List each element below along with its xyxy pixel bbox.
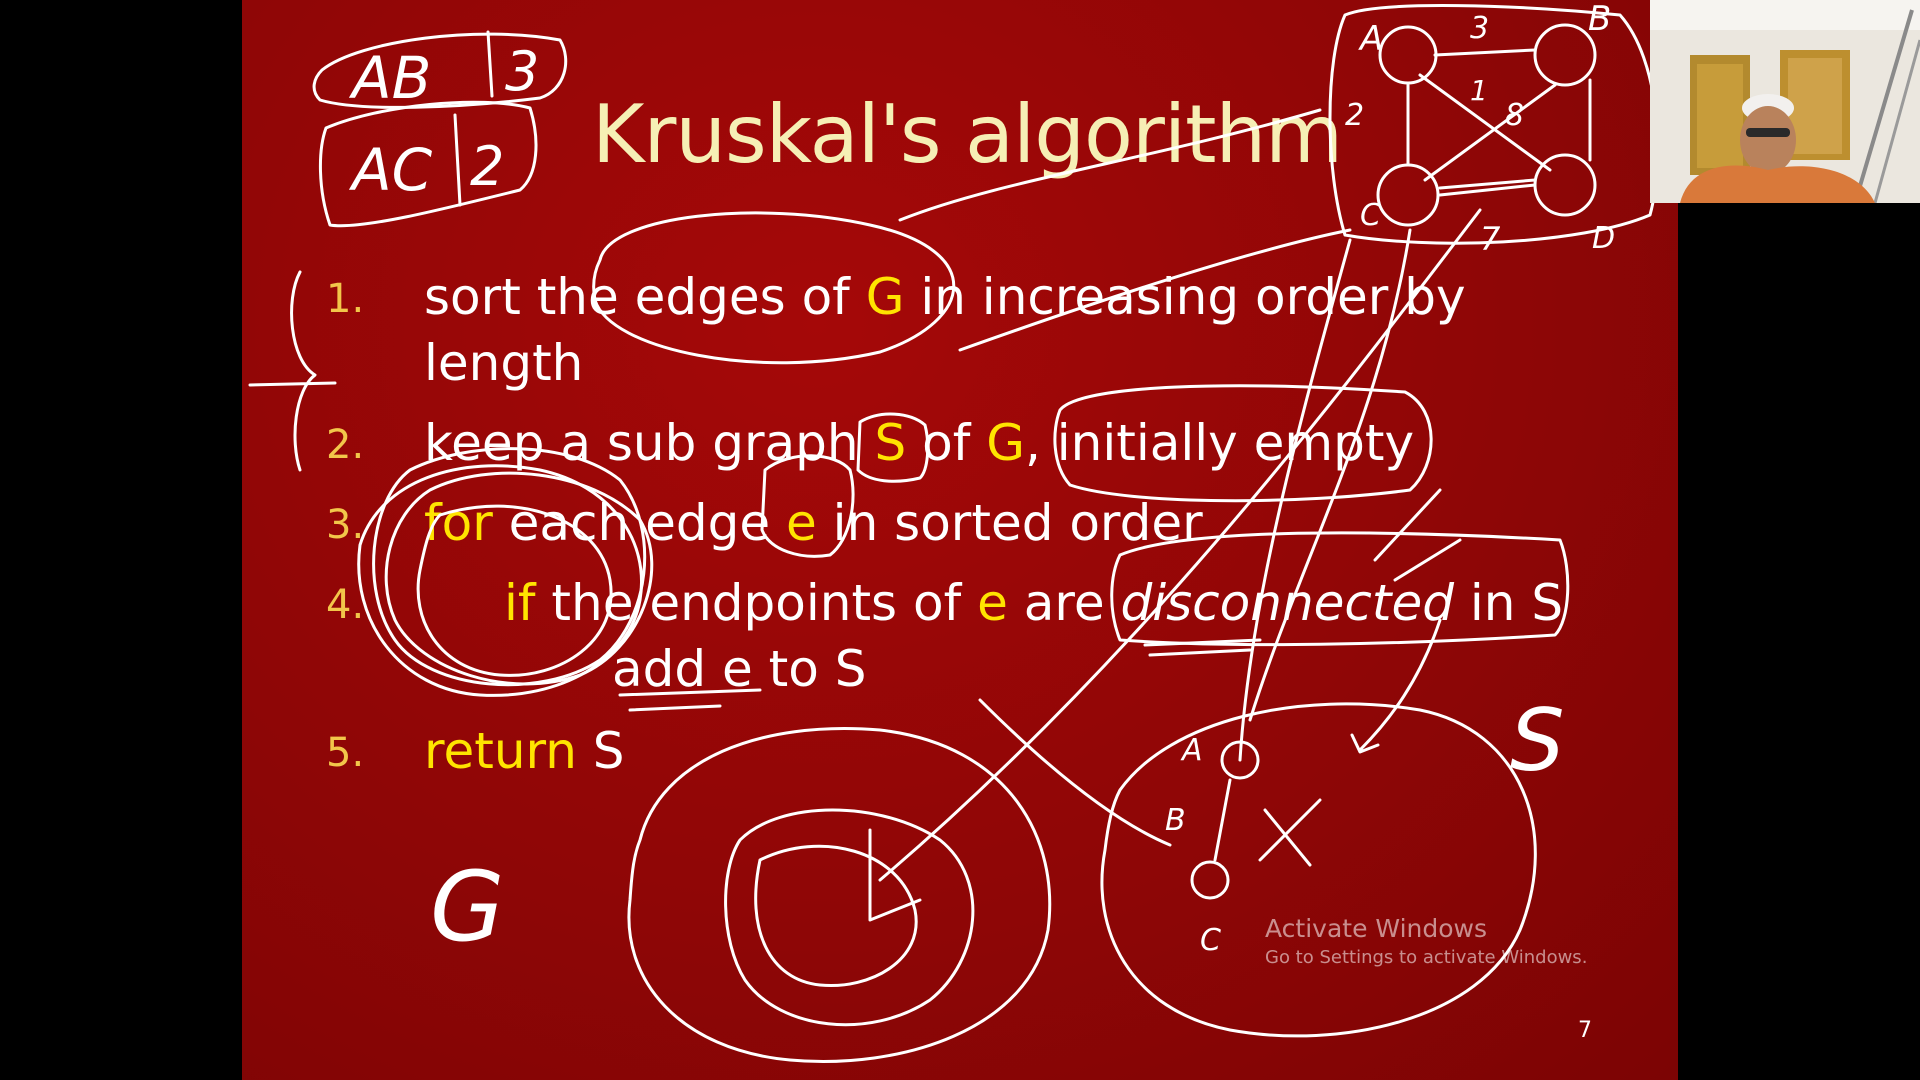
step-text: return S [424,722,625,780]
watermark-subtitle: Go to Settings to activate Windows. [1265,947,1588,968]
step-text: if the endpoints of e are disconnected i… [504,574,1564,632]
step-number: 4. [326,582,365,628]
step-text-continued: length [424,334,584,392]
step-number: 1. [326,276,365,322]
step-text: for each edge e in sorted order [424,494,1203,552]
step-number: 5. [326,730,365,776]
step-number: 3. [326,502,365,548]
webcam-feed[interactable] [1650,0,1920,203]
slide-title: Kruskal's algorithm [592,88,1343,181]
slide-number: 7 [1578,1018,1592,1043]
step-text: keep a sub graph S of G, initially empty [424,414,1415,472]
activate-windows-watermark: Activate Windows Go to Settings to activ… [1265,914,1695,968]
watermark-title: Activate Windows [1265,914,1487,943]
webcam-image [1650,0,1920,203]
step-number: 2. [326,422,365,468]
step-text-continued: add e to S [612,640,867,698]
step-text: sort the edges of G in increasing order … [424,268,1466,326]
